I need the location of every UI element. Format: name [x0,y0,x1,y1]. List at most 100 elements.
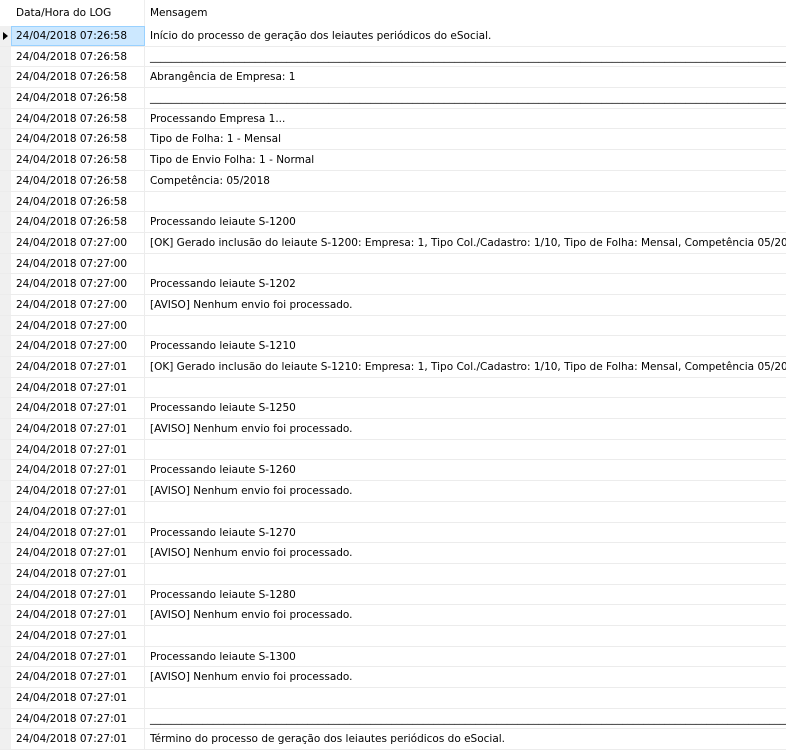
table-row[interactable]: 24/04/2018 07:27:01 Processando leiaute … [0,646,786,668]
cell-message[interactable]: Processando leiaute S-1210 [145,336,786,356]
row-indicator[interactable] [0,481,11,501]
row-indicator[interactable] [0,274,11,294]
row-indicator[interactable] [0,543,11,563]
table-row[interactable]: 24/04/2018 07:27:00 Processando leiaute … [0,274,786,295]
cell-message[interactable]: [AVISO] Nenhum envio foi processado. [145,605,786,625]
table-row[interactable]: 24/04/2018 07:26:58 Processando Empresa … [0,108,786,130]
row-indicator[interactable] [0,170,11,191]
table-row[interactable]: 24/04/2018 07:27:01 Processando leiaute … [0,460,786,482]
cell-date[interactable]: 24/04/2018 07:27:01 [11,625,145,646]
table-row[interactable]: 24/04/2018 07:27:01 [0,625,786,647]
cell-message[interactable]: Processando leiaute S-1250 [145,398,786,418]
row-indicator[interactable] [0,294,11,315]
cell-message[interactable] [145,192,786,212]
cell-message[interactable]: [AVISO] Nenhum envio foi processado. [145,295,786,315]
row-indicator[interactable] [0,377,11,398]
row-indicator[interactable] [0,460,11,481]
row-indicator[interactable] [0,336,11,356]
cell-date[interactable]: 24/04/2018 07:26:58 [11,129,145,150]
cell-date[interactable]: 24/04/2018 07:27:01 [11,460,145,481]
cell-date[interactable]: 24/04/2018 07:27:01 [11,377,145,398]
cell-date[interactable]: 24/04/2018 07:27:01 [11,708,145,729]
cell-message[interactable]: Competência: 05/2018 [145,171,786,191]
table-row[interactable]: 24/04/2018 07:26:58 Início do processo d… [0,26,786,47]
row-indicator[interactable] [0,419,11,439]
cell-message[interactable]: [AVISO] Nenhum envio foi processado. [145,419,786,439]
row-indicator[interactable] [0,67,11,88]
cell-date[interactable]: 24/04/2018 07:27:01 [11,543,145,563]
row-indicator[interactable] [0,646,11,667]
row-indicator[interactable] [0,26,11,46]
table-row[interactable]: 24/04/2018 07:27:01 [OK] Gerado inclusão… [0,357,786,378]
table-row[interactable]: 24/04/2018 07:27:00 [AVISO] Nenhum envio… [0,294,786,316]
cell-date[interactable]: 24/04/2018 07:27:00 [11,274,145,294]
cell-date[interactable]: 24/04/2018 07:27:01 [11,419,145,439]
cell-message[interactable]: Processando leiaute S-1200 [145,212,786,232]
cell-date[interactable]: 24/04/2018 07:27:00 [11,336,145,356]
row-indicator[interactable] [0,708,11,729]
cell-message[interactable] [145,502,786,522]
cell-date[interactable]: 24/04/2018 07:27:01 [11,439,145,460]
cell-date[interactable]: 24/04/2018 07:27:01 [11,481,145,501]
table-row[interactable]: 24/04/2018 07:27:01 [AVISO] Nenhum envio… [0,419,786,440]
cell-date[interactable]: 24/04/2018 07:27:01 [11,729,145,750]
column-header-message[interactable]: Mensagem [145,0,786,26]
table-row[interactable]: 24/04/2018 07:27:01 Processando leiaute … [0,398,786,420]
cell-message[interactable]: Processando leiaute S-1270 [145,523,786,543]
cell-message[interactable]: Processando leiaute S-1300 [145,647,786,667]
cell-message[interactable] [145,688,786,708]
cell-date[interactable]: 24/04/2018 07:26:58 [11,150,145,170]
cell-message[interactable]: Término do processo de geração dos leiau… [145,729,786,749]
cell-message[interactable]: Processando leiaute S-1280 [145,585,786,605]
cell-date[interactable]: 24/04/2018 07:27:00 [11,315,145,336]
table-row[interactable]: 24/04/2018 07:26:58 Tipo de Envio Folha:… [0,150,786,171]
table-row[interactable]: 24/04/2018 07:27:01 [AVISO] Nenhum envio… [0,667,786,688]
cell-message[interactable] [145,316,786,336]
cell-date[interactable]: 24/04/2018 07:27:01 [11,563,145,584]
row-indicator[interactable] [0,357,11,377]
table-row[interactable]: 24/04/2018 07:27:00 [0,253,786,275]
table-row[interactable]: 24/04/2018 07:27:01 [0,563,786,585]
cell-message[interactable]: Processando leiaute S-1260 [145,460,786,480]
cell-date[interactable]: 24/04/2018 07:27:01 [11,688,145,708]
cell-message[interactable] [145,254,786,274]
cell-date[interactable]: 24/04/2018 07:27:00 [11,294,145,315]
cell-date[interactable]: 24/04/2018 07:27:01 [11,667,145,687]
row-indicator[interactable] [0,191,11,212]
row-indicator[interactable] [0,563,11,584]
cell-date[interactable]: 24/04/2018 07:27:00 [11,232,145,253]
table-row[interactable]: 24/04/2018 07:27:01 [0,501,786,523]
row-indicator[interactable] [0,129,11,150]
cell-date[interactable]: 24/04/2018 07:27:01 [11,398,145,419]
row-indicator[interactable] [0,150,11,170]
row-indicator[interactable] [0,667,11,687]
cell-date[interactable]: 24/04/2018 07:27:01 [11,605,145,625]
table-row[interactable]: 24/04/2018 07:26:58 Tipo de Folha: 1 - M… [0,129,786,151]
cell-date[interactable]: 24/04/2018 07:27:01 [11,646,145,667]
row-indicator[interactable] [0,212,11,232]
table-row[interactable]: 24/04/2018 07:26:58 ____________________… [0,88,786,109]
row-indicator[interactable] [0,253,11,274]
cell-message[interactable]: [OK] Gerado inclusão do leiaute S-1210: … [145,357,786,377]
cell-date[interactable]: 24/04/2018 07:26:58 [11,191,145,212]
cell-date[interactable]: 24/04/2018 07:27:01 [11,584,145,605]
table-row[interactable]: 24/04/2018 07:26:58 Abrangência de Empre… [0,67,786,89]
row-indicator[interactable] [0,625,11,646]
cell-message[interactable]: Processando Empresa 1... [145,109,786,129]
row-indicator[interactable] [0,108,11,129]
cell-message[interactable]: [AVISO] Nenhum envio foi processado. [145,667,786,687]
row-indicator[interactable] [0,688,11,708]
cell-message[interactable]: [AVISO] Nenhum envio foi processado. [145,481,786,501]
cell-date[interactable]: 24/04/2018 07:26:58 [11,170,145,191]
table-row[interactable]: 24/04/2018 07:26:58 ____________________… [0,46,786,68]
cell-date[interactable]: 24/04/2018 07:26:58 [11,88,145,108]
cell-message[interactable]: Início do processo de geração dos leiaut… [145,26,786,46]
row-indicator[interactable] [0,729,11,750]
table-row[interactable]: 24/04/2018 07:27:01 [AVISO] Nenhum envio… [0,481,786,502]
row-indicator[interactable] [0,88,11,108]
row-indicator[interactable] [0,522,11,543]
cell-message[interactable] [145,440,786,460]
cell-date[interactable]: 24/04/2018 07:27:00 [11,253,145,274]
table-row[interactable]: 24/04/2018 07:27:00 [OK] Gerado inclusão… [0,232,786,254]
column-header-date[interactable]: Data/Hora do LOG [11,0,145,26]
